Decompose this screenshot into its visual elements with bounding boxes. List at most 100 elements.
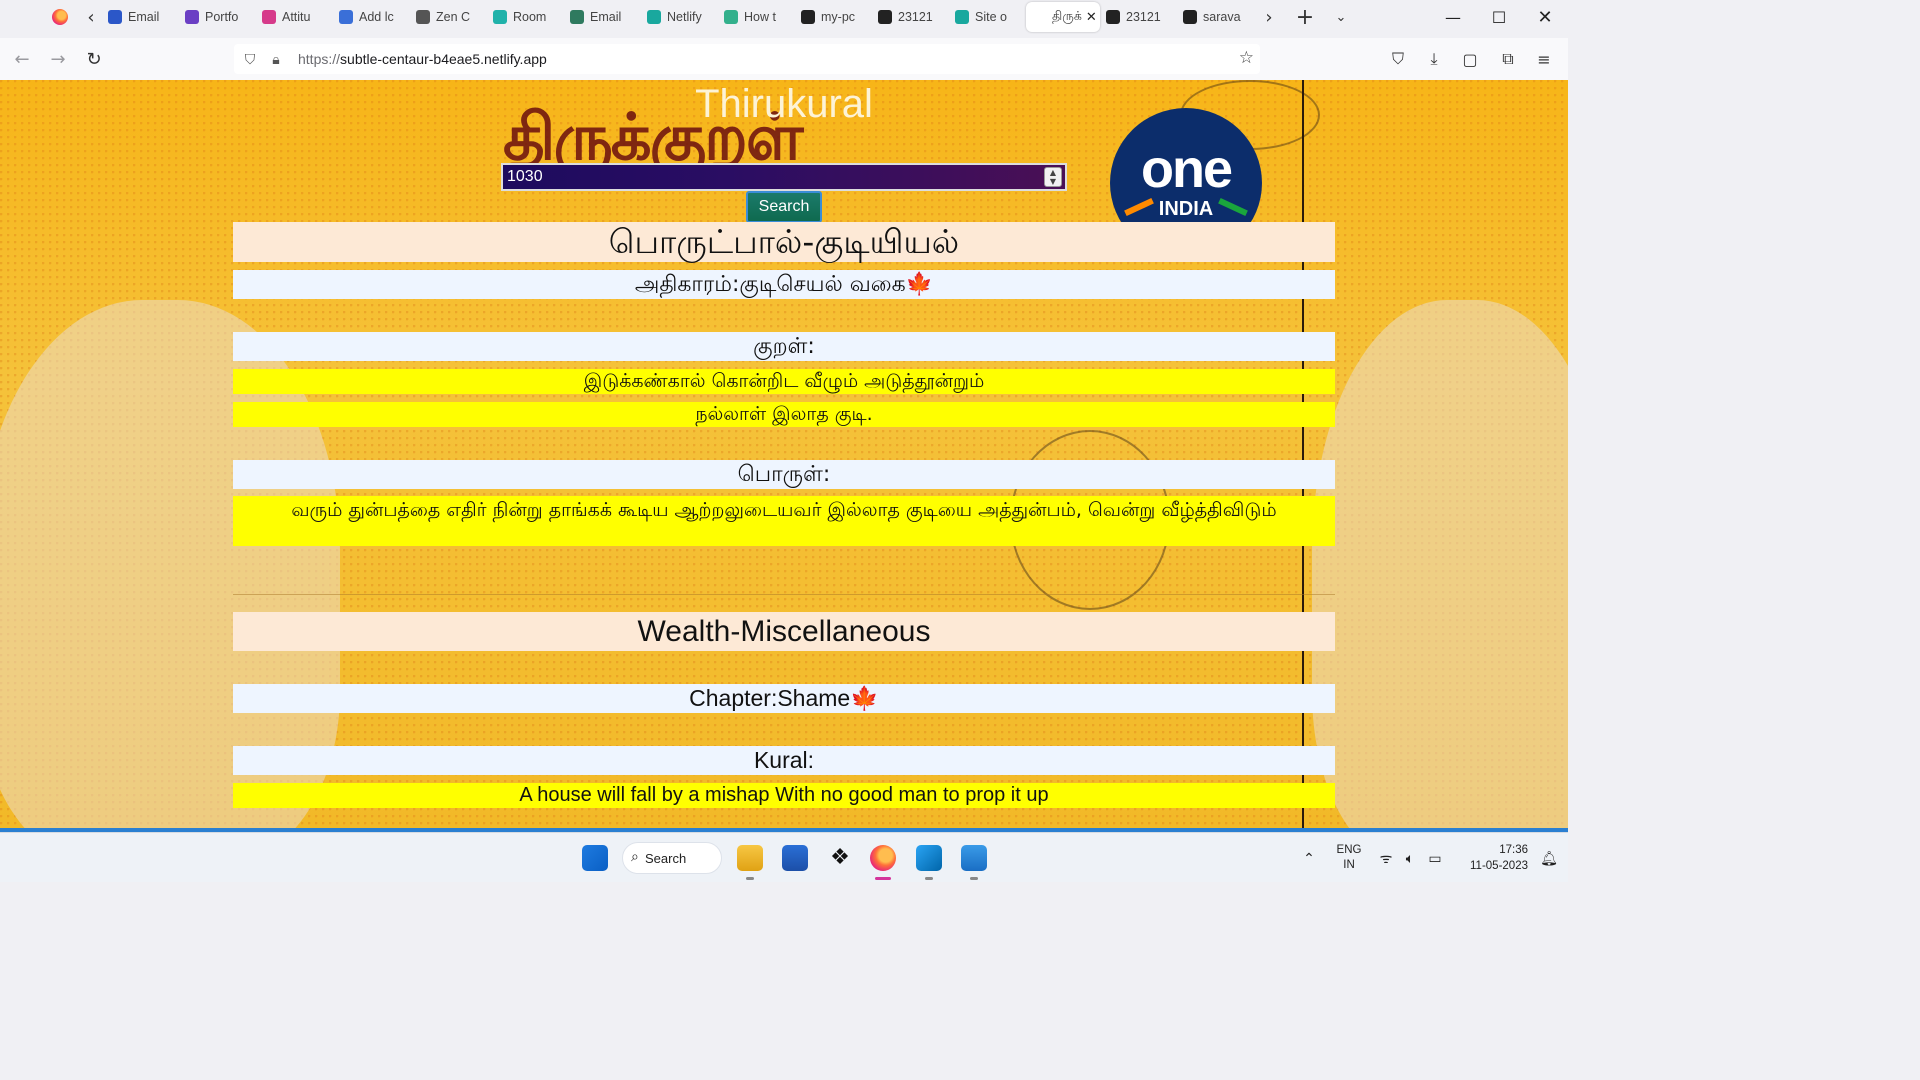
list-tabs-chevron-down-icon[interactable]: ⌄ (1330, 0, 1352, 34)
logo-india-text: INDIA (1158, 198, 1214, 220)
close-window-icon[interactable]: ✕ (1522, 0, 1568, 34)
browser-tab[interactable]: Portfo (179, 2, 256, 32)
url-text[interactable]: https://subtle-centaur-b4eae5.netlify.ap… (298, 51, 547, 67)
tab-strip: ‹ Email Portfo Attitu Add lc Zen C Room Email N… (0, 0, 1568, 34)
number-spinner-icon[interactable]: ▲ ▼ (1044, 167, 1062, 187)
new-tab-icon[interactable]: + (1294, 0, 1316, 34)
tab-label: Portfo (205, 10, 239, 24)
section-divider (233, 594, 1335, 595)
bookmark-star-icon[interactable]: ☆ (1239, 48, 1254, 68)
shield-icon[interactable]: ⛉ (240, 51, 260, 68)
web-page: திருக்குறள் Thirukural one INDIA 1030 ▲ ▼… (0, 80, 1568, 828)
tab-scroll-left-icon[interactable]: ‹ (80, 0, 102, 34)
taskbar-search[interactable]: ⌕ Search (622, 842, 722, 874)
browser-tab[interactable]: Site o (949, 2, 1026, 32)
tab-favicon-icon (647, 10, 661, 24)
english-chapter-text: Chapter:Shame (689, 685, 851, 711)
show-hidden-icons-chevron-up-icon[interactable]: ⌃ (1298, 833, 1320, 883)
tab-favicon-icon (339, 10, 353, 24)
notification-bell-icon[interactable]: 🔔︎ (1538, 833, 1560, 883)
logo-one-text: one (1140, 139, 1233, 199)
tab-label: Email (590, 10, 622, 24)
lang-line-2: IN (1343, 859, 1355, 871)
browser-tab[interactable]: Email (564, 2, 641, 32)
tamil-kural-line-2: நல்லாள் இலாத குடி. (233, 402, 1335, 427)
search-button[interactable]: Search (746, 191, 822, 223)
page-title: Thirukural (695, 82, 873, 126)
firefox-view-button[interactable] (40, 0, 80, 34)
tab-favicon-icon (955, 10, 969, 24)
maple-leaf-icon: 🍁 (850, 685, 879, 711)
lang-line-1: ENG (1336, 844, 1362, 856)
browser-tab[interactable]: Email (102, 2, 179, 32)
maximize-icon[interactable]: ☐ (1476, 0, 1522, 34)
tab-favicon-icon (416, 10, 430, 24)
microsoft-store-icon[interactable] (782, 845, 808, 871)
tamil-meaning-text: வரும் துன்பத்தை எதிர் நின்று தாங்கக் கூட… (233, 496, 1335, 546)
browser-tab[interactable]: 23121 (872, 2, 949, 32)
running-indicator (746, 877, 754, 880)
taskbar: ⌕ Search ❖ ⌃ ENG IN ᯤ 🔈︎ ▭ 17:36 11-05-2023… (0, 832, 1568, 882)
tamil-kural-line-1: இடுக்கண்கால் கொன்றிட வீழும் அடுத்தூன்றும… (233, 369, 1335, 394)
tab-label: திருக் (1052, 9, 1082, 23)
clock-date: 11-05-2023 (1470, 860, 1528, 872)
tab-label: Add lc (359, 10, 394, 24)
menu-hamburger-icon[interactable]: ≡ (1526, 38, 1562, 80)
extensions-puzzle-icon[interactable]: ⧉ (1490, 38, 1526, 80)
firefox-icon (52, 9, 68, 25)
firefox-taskbar-icon[interactable] (870, 845, 896, 871)
volume-icon[interactable]: 🔈︎ (1400, 833, 1420, 883)
file-explorer-icon[interactable] (737, 845, 763, 871)
browser-tab[interactable]: Zen C (410, 2, 487, 32)
tab-label: How t (744, 10, 776, 24)
battery-icon[interactable]: ▭ (1424, 833, 1446, 883)
tab-label: Zen C (436, 10, 471, 24)
tamil-chapter-text: அதிகாரம்:குடிசெயல் வகை (634, 272, 906, 297)
browser-tab[interactable]: 23121 (1100, 2, 1177, 32)
lock-icon[interactable]: 🔒︎ (266, 51, 286, 68)
vscode-icon[interactable] (916, 845, 942, 871)
minimize-icon[interactable]: — (1430, 0, 1476, 34)
tamil-kural-label: குறள்: (233, 332, 1335, 361)
kural-number-input[interactable]: 1030 (501, 163, 1067, 191)
tab-favicon-icon (801, 10, 815, 24)
browser-tab[interactable]: Netlify (641, 2, 718, 32)
english-kural-label: Kural: (233, 746, 1335, 775)
browser-tab[interactable]: sarava (1177, 2, 1254, 32)
tab-label: Room (513, 10, 547, 24)
browser-tab[interactable]: How t (718, 2, 795, 32)
extension-icon[interactable]: ▢ (1452, 38, 1488, 80)
navigation-bar: ← → ↻ ⛉ 🔒︎ https://subtle-centaur-b4eae5… (0, 38, 1568, 80)
tab-favicon-icon (1106, 10, 1120, 24)
downloads-icon[interactable]: ⤓ (1416, 38, 1452, 80)
browser-tab[interactable]: my-pc (795, 2, 872, 32)
tab-favicon-icon (493, 10, 507, 24)
mail-icon[interactable] (961, 845, 987, 871)
search-icon: ⌕ (631, 848, 639, 864)
windows-start-icon[interactable] (582, 845, 608, 871)
dropbox-icon[interactable]: ❖ (827, 845, 853, 871)
english-chapter-heading: Chapter:Shame🍁 (233, 684, 1335, 713)
browser-tab[interactable]: Attitu (256, 2, 333, 32)
clock[interactable]: 17:36 11-05-2023 (1456, 833, 1528, 883)
input-language[interactable]: ENG IN (1330, 833, 1368, 883)
running-indicator (925, 877, 933, 880)
tab-label: 23121 (898, 10, 933, 24)
back-arrow-icon[interactable]: ← (4, 41, 40, 77)
tab-favicon-icon (185, 10, 199, 24)
pocket-icon[interactable]: ⛉ (1380, 38, 1416, 80)
wifi-icon[interactable]: ᯤ (1376, 833, 1396, 883)
close-tab-icon[interactable]: ✕ (1086, 9, 1097, 25)
english-section-heading: Wealth-Miscellaneous (233, 612, 1335, 651)
forward-arrow-icon[interactable]: → (40, 41, 76, 77)
reload-icon[interactable]: ↻ (76, 41, 112, 77)
browser-tab[interactable]: Room (487, 2, 564, 32)
url-bar[interactable]: ⛉ 🔒︎ https://subtle-centaur-b4eae5.netli… (234, 44, 1260, 74)
tab-label: my-pc (821, 10, 856, 24)
tab-scroll-right-icon[interactable]: › (1258, 0, 1280, 34)
browser-tab[interactable]: திருக் ✕ (1026, 2, 1100, 32)
tab-favicon-icon (108, 10, 122, 24)
tamil-section-heading: பொருட்பால்-குடியியல் (233, 222, 1335, 262)
browser-tab[interactable]: Add lc (333, 2, 410, 32)
tamil-meaning-label: பொருள்: (233, 460, 1335, 489)
